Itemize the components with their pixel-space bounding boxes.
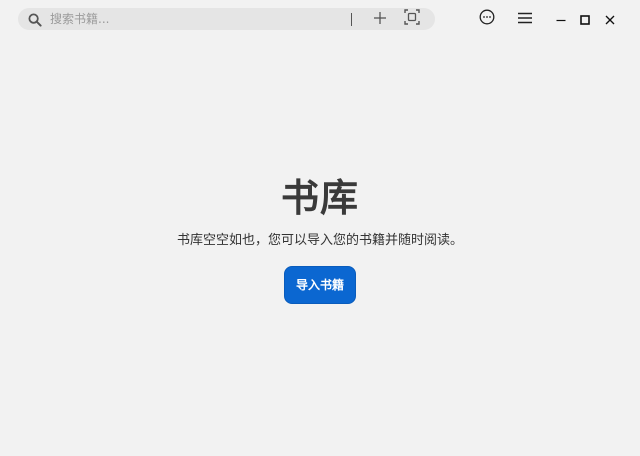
plus-icon (373, 10, 387, 29)
close-button[interactable] (599, 8, 621, 30)
import-books-button[interactable]: 导入书籍 (284, 266, 356, 304)
page-title: 书库 (280, 176, 359, 220)
search-input[interactable] (50, 11, 350, 27)
maximize-button[interactable] (574, 8, 596, 30)
screen-capture-icon (404, 9, 420, 29)
search-caret (351, 13, 352, 26)
empty-library-panel: 书库 书库空空如也，您可以导入您的书籍并随时阅读。 导入书籍 (0, 170, 640, 304)
close-icon (605, 10, 615, 29)
add-button[interactable] (369, 9, 391, 29)
maximize-icon (580, 10, 590, 29)
title-bar (0, 0, 640, 38)
minimize-button[interactable] (550, 8, 572, 30)
screen-capture-button[interactable] (401, 8, 423, 30)
hamburger-menu-icon (517, 10, 533, 29)
more-icon (479, 9, 495, 29)
empty-message: 书库空空如也，您可以导入您的书籍并随时阅读。 (176, 233, 463, 248)
minimize-icon (556, 10, 566, 29)
menu-button[interactable] (514, 8, 536, 30)
more-button[interactable] (476, 8, 498, 30)
search-icon (28, 12, 42, 27)
